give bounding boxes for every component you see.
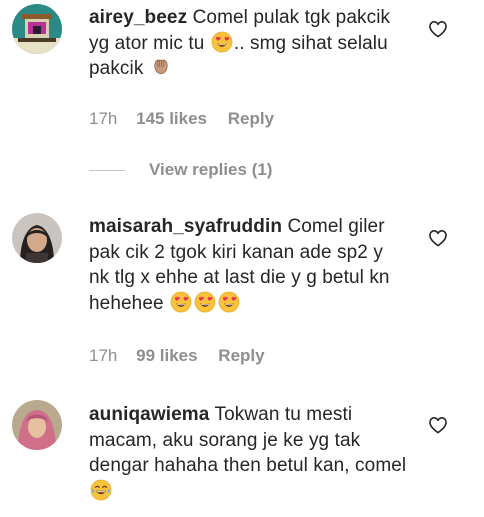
avatar[interactable] — [12, 400, 62, 450]
tears-of-joy-emoji — [90, 479, 112, 501]
heart-eyes-emoji — [170, 291, 192, 313]
heart-eyes-emoji — [194, 291, 216, 313]
view-replies-label: View replies (1) — [149, 160, 273, 179]
heart-eyes-emoji — [218, 291, 240, 313]
comment-item: airey_beez Comel pulak tgk pakcik yg ato… — [0, 0, 484, 200]
timestamp: 17h — [89, 346, 118, 365]
likes-count[interactable]: 145 likes — [136, 109, 207, 129]
avatar[interactable] — [12, 4, 62, 54]
username[interactable]: airey_beez — [89, 7, 187, 28]
clapping-hands-emoji — [150, 56, 172, 78]
comment-item: maisarah_syafruddin Comel giler pak cik … — [0, 200, 484, 380]
comment-meta: 17h 145 likes Reply — [89, 109, 274, 129]
heart-outline-icon[interactable] — [427, 227, 449, 249]
comment-text: airey_beez Comel pulak tgk pakcik yg ato… — [89, 5, 407, 82]
heart-eyes-emoji — [211, 31, 233, 53]
reply-button[interactable]: Reply — [218, 346, 264, 366]
view-replies-button[interactable]: View replies (1) — [89, 160, 272, 180]
timestamp: 17h — [89, 109, 118, 128]
comment-text: maisarah_syafruddin Comel giler pak cik … — [89, 214, 407, 316]
avatar[interactable] — [12, 213, 62, 263]
comment-item: auniqawiema Tokwan tu mesti macam, aku s… — [0, 380, 484, 517]
likes-count[interactable]: 99 likes — [136, 346, 197, 366]
heart-outline-icon[interactable] — [427, 18, 449, 40]
username[interactable]: maisarah_syafruddin — [89, 216, 282, 237]
username[interactable]: auniqawiema — [89, 404, 209, 425]
comment-meta: 17h 99 likes Reply — [89, 346, 265, 366]
reply-button[interactable]: Reply — [228, 109, 274, 129]
divider — [89, 170, 125, 172]
comment-text: auniqawiema Tokwan tu mesti macam, aku s… — [89, 402, 407, 504]
heart-outline-icon[interactable] — [427, 414, 449, 436]
